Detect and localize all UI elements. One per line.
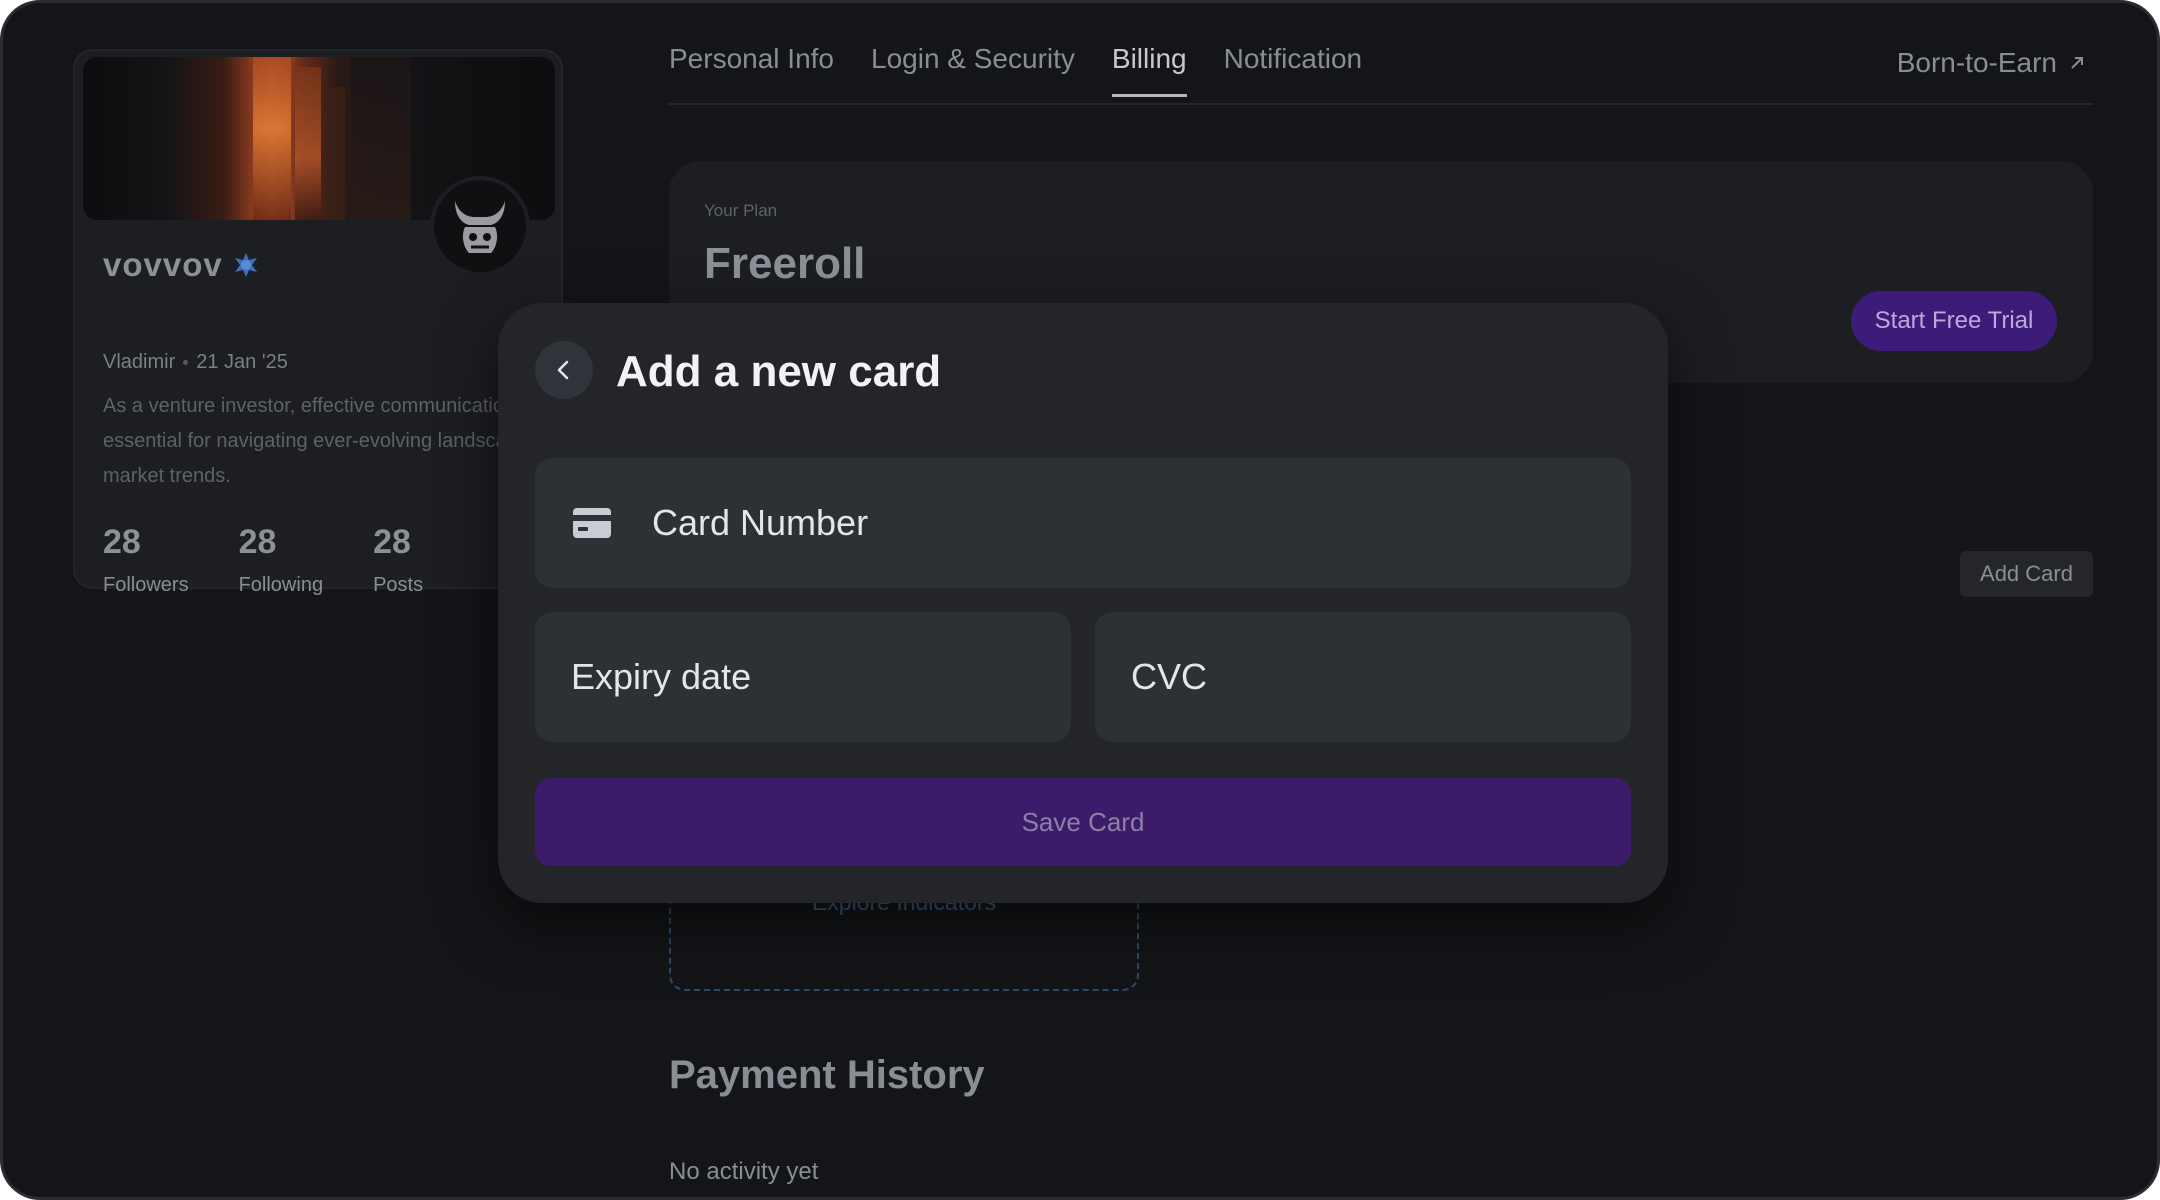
stat-following[interactable]: 28 Following <box>239 523 323 597</box>
profile-card: vovvov Vladimir 21 Jan '25 As a venture … <box>73 49 563 596</box>
stat-label: Followers <box>103 574 189 596</box>
credit-card-icon <box>573 508 611 538</box>
add-card-modal: Add a new card Card Number Expiry date C… <box>498 303 1668 903</box>
chevron-left-icon <box>557 360 569 380</box>
modal-title: Add a new card <box>616 347 942 396</box>
card-number-field[interactable]: Card Number <box>535 458 1631 588</box>
profile-date: 21 Jan '25 <box>196 351 288 373</box>
stat-label: Posts <box>373 574 424 596</box>
cvc-field[interactable]: CVC <box>1095 612 1631 742</box>
save-card-button[interactable]: Save Card <box>535 778 1631 866</box>
add-card-button[interactable]: Add Card <box>1960 551 2093 597</box>
external-arrow-icon <box>2071 57 2083 69</box>
username: vovvov <box>103 246 223 283</box>
bull-logo-icon <box>455 201 505 253</box>
profile-bio: As a venture investor, effective communi… <box>103 395 552 487</box>
born-to-earn-link[interactable]: Born-to-Earn <box>1897 47 2087 79</box>
plan-name: Freeroll <box>704 239 866 288</box>
settings-tabs: Personal Info Login & Security Billing N… <box>669 43 1363 97</box>
stat-label: Following <box>238 574 324 596</box>
app-window: vovvov Vladimir 21 Jan '25 As a venture … <box>0 0 2160 1200</box>
tabs-divider <box>669 103 2093 105</box>
stat-posts[interactable]: 28 Posts <box>373 523 423 597</box>
stat-value: 28 <box>238 523 277 561</box>
expiry-date-field[interactable]: Expiry date <box>535 612 1071 742</box>
card-number-placeholder: Card Number <box>652 502 869 543</box>
born-to-earn-label: Born-to-Earn <box>1896 47 2057 78</box>
tab-notification[interactable]: Notification <box>1224 43 1363 95</box>
stat-value: 28 <box>103 523 141 561</box>
payment-history-empty: No activity yet <box>669 1158 819 1185</box>
plan-label: Your Plan <box>704 201 778 220</box>
back-button[interactable] <box>535 341 593 399</box>
stat-followers[interactable]: 28 Followers <box>103 523 189 597</box>
separator-dot <box>183 360 189 365</box>
tab-login-security[interactable]: Login & Security <box>871 43 1075 95</box>
tab-personal-info[interactable]: Personal Info <box>669 43 834 95</box>
stat-value: 28 <box>373 523 411 561</box>
cvc-placeholder: CVC <box>1131 656 1208 697</box>
verified-badge-icon <box>234 253 257 277</box>
expiry-date-placeholder: Expiry date <box>571 656 752 697</box>
profile-stats: 28 Followers 28 Following 28 Posts <box>103 523 423 597</box>
start-free-trial-button[interactable]: Start Free Trial <box>1851 291 2057 351</box>
payment-history-title: Payment History <box>669 1053 985 1097</box>
tab-billing[interactable]: Billing <box>1111 43 1187 97</box>
profile-name: Vladimir <box>103 351 176 373</box>
avatar[interactable] <box>430 176 530 276</box>
